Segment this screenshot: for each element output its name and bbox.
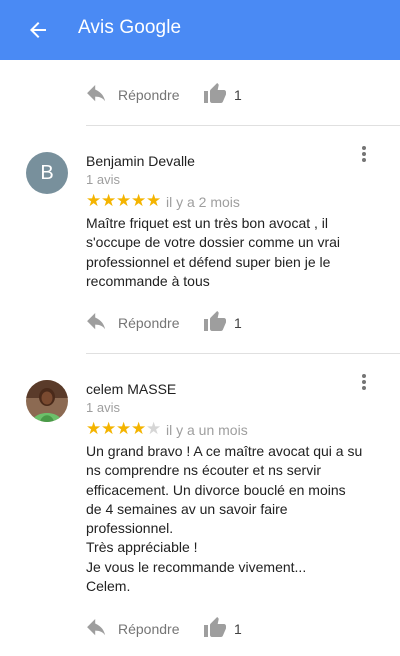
thumbs-up-icon [204,83,226,103]
review-count: 1 avis [86,400,120,415]
avatar[interactable] [26,380,68,422]
review-date: il y a 2 mois [166,194,240,210]
reply-icon [87,619,106,636]
star-empty-icon: ★ [146,419,162,438]
thumbs-up-icon [204,311,226,331]
review-text: Maître friquet est un très bon avocat , … [86,215,341,289]
review-count: 1 avis [86,172,120,187]
page-title: Avis Google [78,17,182,38]
back-arrow-icon[interactable] [26,18,50,42]
like-count: 1 [234,621,242,637]
divider [86,353,400,354]
star-filled-icon: ★ [116,191,132,210]
star-filled-icon: ★ [86,419,102,438]
star-filled-icon: ★ [116,419,132,438]
like-count: 1 [234,87,242,103]
author-name[interactable]: celem MASSE [86,381,176,397]
author-name[interactable]: Benjamin Devalle [86,153,195,169]
star-filled-icon: ★ [101,191,117,210]
like-button[interactable]: 1 [202,310,262,336]
divider [86,125,400,126]
reply-icon [87,313,106,330]
review-actions: Répondre 1 [86,82,386,108]
avatar[interactable]: B [26,152,68,194]
star-rating: ★ ★ ★ ★ ★ [86,191,162,210]
like-button[interactable]: 1 [202,82,262,108]
more-options-icon[interactable] [356,372,372,392]
star-filled-icon: ★ [131,419,147,438]
star-filled-icon: ★ [131,191,147,210]
review-actions: Répondre 1 [86,310,386,336]
star-filled-icon: ★ [101,419,117,438]
review-actions: Répondre 1 [86,616,386,642]
star-rating: ★ ★ ★ ★ ★ [86,419,162,438]
like-button[interactable]: 1 [202,616,262,642]
star-filled-icon: ★ [86,191,102,210]
reply-label: Répondre [118,315,180,331]
review-date: il y a un mois [166,422,248,438]
thumbs-up-icon [204,617,226,637]
like-count: 1 [234,315,242,331]
reply-label: Répondre [118,87,180,103]
app-bar: Avis Google [0,0,400,60]
reply-label: Répondre [118,621,180,637]
star-filled-icon: ★ [146,191,162,210]
reply-icon [87,85,106,102]
review-text: Un grand bravo ! A ce maître avocat qui … [86,443,363,595]
profile-photo-icon [26,380,68,422]
more-options-icon[interactable] [356,144,372,164]
